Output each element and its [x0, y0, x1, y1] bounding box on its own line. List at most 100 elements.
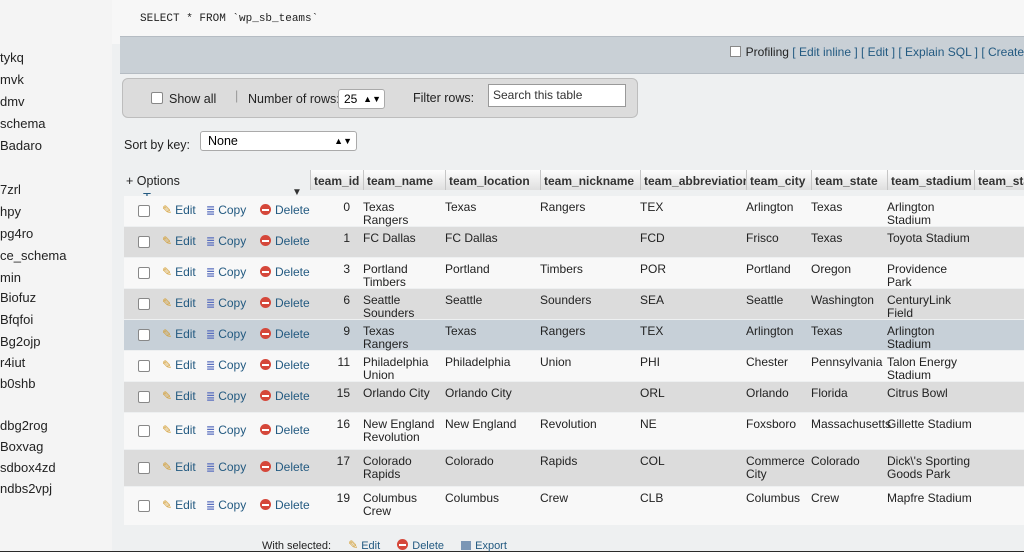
row-delete-button[interactable]: Delete [260, 265, 310, 279]
row-edit-button[interactable]: ✎ Edit [162, 234, 196, 248]
row-checkbox[interactable] [138, 329, 150, 341]
row-checkbox[interactable] [138, 267, 150, 279]
row-delete-button[interactable]: Delete [260, 296, 310, 310]
row-delete-button[interactable]: Delete [260, 460, 310, 474]
row-copy-button[interactable]: ≣ Copy [206, 234, 246, 248]
sidebar-item[interactable]: dbg2rog [0, 418, 48, 433]
sidebar-item[interactable]: hpy [0, 204, 21, 219]
table-row[interactable]: ✎ Edit ≣ Copy Delete 9 Texas Rangers Texas Range… [124, 320, 1024, 351]
column-header[interactable]: team_id [310, 170, 363, 190]
column-header[interactable]: team_location [445, 170, 540, 190]
sidebar-item[interactable]: mvk [0, 72, 24, 87]
row-edit-button[interactable]: ✎ Edit [162, 358, 196, 372]
number-of-rows-select[interactable]: 25 ▲▼ [338, 89, 385, 109]
explain-sql-link[interactable]: [ Explain SQL ] [898, 45, 978, 59]
row-checkbox[interactable] [138, 500, 150, 512]
row-copy-button[interactable]: ≣ Copy [206, 296, 246, 310]
row-delete-button[interactable]: Delete [260, 498, 310, 512]
row-edit-button[interactable]: ✎ Edit [162, 265, 196, 279]
sidebar-item[interactable]: Badaro [0, 138, 42, 153]
row-copy-button[interactable]: ≣ Copy [206, 265, 246, 279]
row-copy-button[interactable]: ≣ Copy [206, 498, 246, 512]
row-checkbox[interactable] [138, 298, 150, 310]
profiling-checkbox[interactable] [729, 46, 741, 57]
filter-rows-input[interactable]: Search this table [488, 84, 626, 107]
column-header[interactable]: team_city [746, 170, 811, 190]
row-delete-button[interactable]: Delete [260, 423, 310, 437]
table-row[interactable]: ✎ Edit ≣ Copy Delete 16 New England Revolution… [124, 413, 1024, 449]
sidebar-item[interactable]: Bfqfoi [0, 312, 33, 327]
row-edit-button[interactable]: ✎ Edit [162, 203, 196, 217]
table-row[interactable]: ✎ Edit ≣ Copy Delete 17 Colorado Rapids Colorad… [124, 450, 1024, 486]
cell-location: Portland [445, 262, 490, 276]
sidebar-item[interactable]: b0shb [0, 376, 35, 391]
pencil-icon: ✎ [162, 498, 173, 512]
sidebar-item[interactable]: schema [0, 116, 46, 131]
row-checkbox[interactable] [138, 205, 150, 217]
show-all-checkbox[interactable] [151, 92, 163, 104]
column-header[interactable]: team_state [811, 170, 887, 190]
sort-by-key-select[interactable]: None ▲▼ [200, 131, 357, 151]
row-checkbox[interactable] [138, 360, 150, 372]
row-copy-button[interactable]: ≣ Copy [206, 327, 246, 341]
cell-abbr: CLB [640, 491, 664, 505]
sidebar-item[interactable]: Biofuz [0, 290, 36, 305]
sidebar-item[interactable]: 7zrl [0, 182, 21, 197]
column-header[interactable]: team_stadium [887, 170, 974, 190]
row-delete-button[interactable]: Delete [260, 203, 310, 217]
sidebar-item[interactable]: pg4ro [0, 226, 33, 241]
bulk-edit-button[interactable]: ✎ Edit [348, 538, 380, 552]
sidebar-item[interactable]: Boxvag [0, 439, 43, 454]
sidebar-item[interactable]: sdbox4zd [0, 460, 56, 475]
table-row[interactable]: ✎ Edit ≣ Copy Delete 15 Orlando City Orlando Ci… [124, 382, 1024, 412]
cell-name: Texas Rangers [363, 200, 409, 227]
row-checkbox[interactable] [138, 391, 150, 403]
row-edit-button[interactable]: ✎ Edit [162, 296, 196, 310]
row-checkbox[interactable] [138, 425, 150, 437]
column-header[interactable]: team_nickname [540, 170, 640, 190]
column-header[interactable]: team_abbreviation [640, 170, 750, 190]
row-delete-button[interactable]: Delete [260, 234, 310, 248]
sidebar-item[interactable]: Bg2ojp [0, 334, 40, 349]
row-edit-button[interactable]: ✎ Edit [162, 327, 196, 341]
row-edit-button[interactable]: ✎ Edit [162, 423, 196, 437]
pencil-icon: ✎ [162, 327, 173, 341]
row-copy-button[interactable]: ≣ Copy [206, 423, 246, 437]
sidebar-item[interactable]: min [0, 270, 21, 285]
sidebar-item[interactable]: dmv [0, 94, 25, 109]
row-edit-button[interactable]: ✎ Edit [162, 460, 196, 474]
row-edit-button[interactable]: ✎ Edit [162, 498, 196, 512]
row-copy-button[interactable]: ≣ Copy [206, 358, 246, 372]
row-delete-button[interactable]: Delete [260, 327, 310, 341]
sidebar-item[interactable]: tykq [0, 50, 24, 65]
sidebar-item[interactable]: r4iut [0, 355, 25, 370]
delete-icon [260, 235, 271, 246]
table-row[interactable]: ✎ Edit ≣ Copy Delete 6 Seattle Sounders Seattle… [124, 289, 1024, 320]
edit-link[interactable]: [ Edit ] [861, 45, 895, 59]
edit-inline-link[interactable]: [ Edit inline ] [792, 45, 857, 59]
bulk-delete-button[interactable]: Delete [397, 539, 444, 552]
table-row[interactable]: ✎ Edit ≣ Copy Delete 19 Columbus Crew Columbus C… [124, 487, 1024, 525]
column-header[interactable]: team_name [363, 170, 445, 190]
row-edit-button[interactable]: ✎ Edit [162, 389, 196, 403]
sidebar-item[interactable]: ce_schema [0, 248, 66, 263]
row-delete-button[interactable]: Delete [260, 389, 310, 403]
row-delete-button[interactable]: Delete [260, 358, 310, 372]
create-php-code-link[interactable]: [ Create [981, 45, 1024, 59]
table-row[interactable]: ✎ Edit ≣ Copy Delete 0 Texas Rangers Texas Range… [124, 196, 1024, 227]
table-row[interactable]: ✎ Edit ≣ Copy Delete 11 Philadelphia Union Phil… [124, 351, 1024, 382]
row-copy-button[interactable]: ≣ Copy [206, 460, 246, 474]
column-header[interactable]: team_stad [974, 170, 1024, 190]
cell-id: 15 [336, 386, 350, 400]
options-toggle[interactable]: + Options [126, 174, 180, 188]
table-row[interactable]: ✎ Edit ≣ Copy Delete 3 Portland Timbers Portlan… [124, 258, 1024, 289]
cell-name: Orlando City [363, 386, 430, 400]
cell-city: Frisco [746, 231, 779, 245]
row-checkbox[interactable] [138, 236, 150, 248]
table-row[interactable]: ✎ Edit ≣ Copy Delete 1 FC Dallas FC Dallas FCD Fr… [124, 227, 1024, 257]
row-copy-button[interactable]: ≣ Copy [206, 389, 246, 403]
row-checkbox[interactable] [138, 462, 150, 474]
bulk-export-button[interactable]: Export [461, 540, 507, 552]
sidebar-item[interactable]: ndbs2vpj [0, 481, 52, 496]
row-copy-button[interactable]: ≣ Copy [206, 203, 246, 217]
